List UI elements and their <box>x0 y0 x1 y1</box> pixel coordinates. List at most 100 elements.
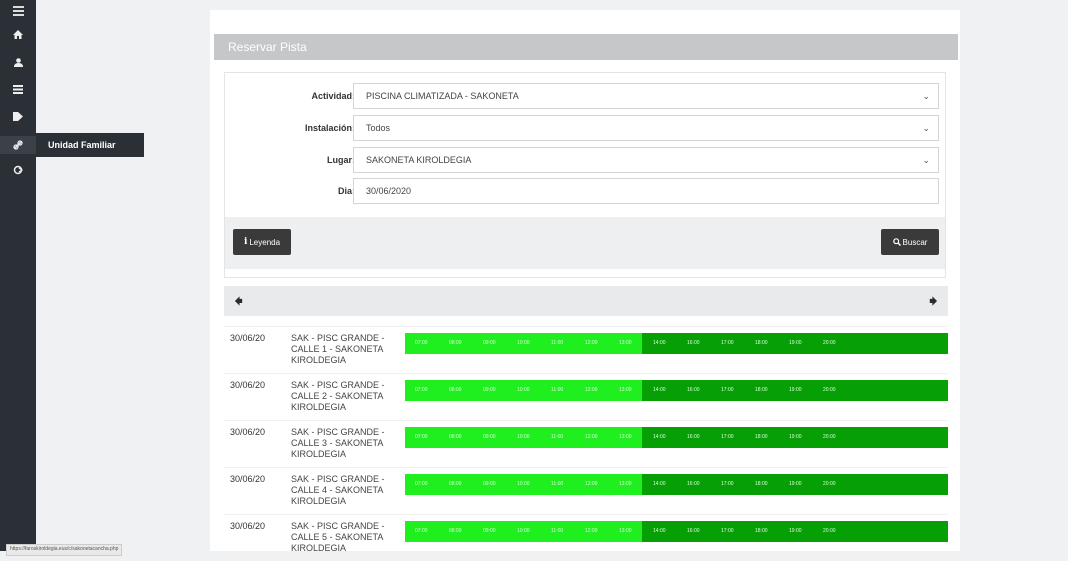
slot-time[interactable]: 19:00 <box>789 333 802 354</box>
slot-time[interactable]: 14:00 <box>653 380 666 401</box>
slot-time[interactable]: 12:00 <box>585 333 598 354</box>
instalacion-select[interactable]: Todos ⌄ <box>353 115 939 141</box>
slot-time[interactable]: 17:00 <box>721 427 734 448</box>
search-form: Actividad: PISCINA CLIMATIZADA - SAKONET… <box>224 72 946 278</box>
logout-icon[interactable] <box>0 161 36 179</box>
slot-time[interactable]: 14:00 <box>653 474 666 495</box>
slot-time[interactable]: 08:00 <box>449 521 462 542</box>
home-icon[interactable] <box>0 25 36 43</box>
slot-time[interactable]: 13:00 <box>619 474 632 495</box>
slot-time[interactable]: 20:00 <box>823 427 836 448</box>
slot-time[interactable]: 07:00 <box>415 474 428 495</box>
arrow-left-icon[interactable]: 🠸 <box>234 291 243 311</box>
slot-time[interactable]: 07:00 <box>415 333 428 354</box>
slot-time[interactable]: 14:00 <box>653 333 666 354</box>
slot-time[interactable]: 17:00 <box>721 333 734 354</box>
slot-time[interactable]: 13:00 <box>619 333 632 354</box>
time-slots[interactable]: 07:00 08:00 09:00 10:00 11:00 12:00 13:00 14:00… <box>405 427 948 448</box>
slot-time[interactable]: 16:00 <box>687 474 700 495</box>
slot-time[interactable]: 19:00 <box>789 427 802 448</box>
slot-time[interactable]: 08:00 <box>449 427 462 448</box>
arrow-right-icon[interactable]: 🠺 <box>929 291 938 311</box>
row-court: SAK - PISC GRANDE - CALLE 1 - SAKONETA K… <box>291 333 385 365</box>
slot-time[interactable]: 12:00 <box>585 474 598 495</box>
slot-time[interactable]: 18:00 <box>755 427 768 448</box>
slot-time[interactable]: 13:00 <box>619 521 632 542</box>
slot-time[interactable]: 18:00 <box>755 474 768 495</box>
slot-time[interactable]: 09:00 <box>483 333 496 354</box>
slot-time[interactable]: 09:00 <box>483 474 496 495</box>
slot-time[interactable]: 08:00 <box>449 333 462 354</box>
button-bar: i Leyenda Buscar <box>225 217 945 269</box>
slot-time[interactable]: 18:00 <box>755 380 768 401</box>
slot-time[interactable]: 12:00 <box>585 380 598 401</box>
slot-time[interactable]: 10:00 <box>517 380 530 401</box>
slot-time[interactable]: 20:00 <box>823 380 836 401</box>
slot-time[interactable]: 09:00 <box>483 427 496 448</box>
slot-time[interactable]: 19:00 <box>789 474 802 495</box>
slot-time[interactable]: 16:00 <box>687 427 700 448</box>
tags-icon[interactable] <box>0 107 36 125</box>
time-slots[interactable]: 07:00 08:00 09:00 10:00 11:00 12:00 13:00 14:00… <box>405 474 948 495</box>
slot-time[interactable]: 13:00 <box>619 380 632 401</box>
slot-time[interactable]: 10:00 <box>517 427 530 448</box>
instalacion-label: Instalación: <box>304 123 355 133</box>
slot-time[interactable]: 10:00 <box>517 521 530 542</box>
lugar-select[interactable]: SAKONETA KIROLDEGIA ⌄ <box>353 147 939 173</box>
slot-time[interactable]: 11:00 <box>551 521 563 542</box>
slot-time[interactable]: 13:00 <box>619 427 632 448</box>
slot-time[interactable]: 17:00 <box>721 474 734 495</box>
slot-time[interactable]: 07:00 <box>415 380 428 401</box>
menu-icon[interactable] <box>0 2 36 20</box>
slot-time[interactable]: 10:00 <box>517 333 530 354</box>
table-row: 30/06/20 SAK - PISC GRANDE - CALLE 5 - SA… <box>224 514 948 561</box>
slot-time[interactable]: 16:00 <box>687 380 700 401</box>
slot-time[interactable]: 12:00 <box>585 521 598 542</box>
slot-time[interactable]: 16:00 <box>687 333 700 354</box>
slot-time[interactable]: 17:00 <box>721 380 734 401</box>
lugar-label: Lugar: <box>327 155 355 165</box>
actividad-select[interactable]: PISCINA CLIMATIZADA - SAKONETA ⌄ <box>353 83 939 109</box>
main-card: Reservar Pista Actividad: PISCINA CLIMAT… <box>210 10 960 553</box>
leyenda-button[interactable]: i Leyenda <box>233 229 291 255</box>
slot-time[interactable]: 16:00 <box>687 521 700 542</box>
table-row: 30/06/20 SAK - PISC GRANDE - CALLE 4 - SA… <box>224 467 948 514</box>
slot-time[interactable]: 18:00 <box>755 521 768 542</box>
slot-time[interactable]: 11:00 <box>551 333 563 354</box>
slot-time[interactable]: 09:00 <box>483 521 496 542</box>
actividad-value: PISCINA CLIMATIZADA - SAKONETA <box>366 91 519 101</box>
slot-time[interactable]: 14:00 <box>653 521 666 542</box>
actividad-label: Actividad: <box>311 91 355 101</box>
slot-time[interactable]: 11:00 <box>551 427 563 448</box>
list-icon[interactable] <box>0 80 36 98</box>
slot-time[interactable]: 18:00 <box>755 333 768 354</box>
slot-time[interactable]: 08:00 <box>449 380 462 401</box>
instalacion-value: Todos <box>366 123 391 133</box>
slot-time[interactable]: 07:00 <box>415 427 428 448</box>
slot-time[interactable]: 20:00 <box>823 521 836 542</box>
time-slots[interactable]: 07:00 08:00 09:00 10:00 11:00 12:00 13:00 14:00… <box>405 333 948 354</box>
dia-row: Dia: 30/06/2020 <box>225 178 945 204</box>
time-slots[interactable]: 07:00 08:00 09:00 10:00 11:00 12:00 13:00 14:00… <box>405 380 948 401</box>
slot-time[interactable]: 08:00 <box>449 474 462 495</box>
slot-time[interactable]: 20:00 <box>823 333 836 354</box>
slot-time[interactable]: 11:00 <box>551 380 563 401</box>
slot-time[interactable]: 19:00 <box>789 521 802 542</box>
row-court: SAK - PISC GRANDE - CALLE 2 - SAKONETA K… <box>291 380 385 412</box>
slot-time[interactable]: 17:00 <box>721 521 734 542</box>
link-icon[interactable] <box>0 136 36 154</box>
slot-time[interactable]: 12:00 <box>585 427 598 448</box>
table-row: 30/06/20 SAK - PISC GRANDE - CALLE 1 - SA… <box>224 326 948 373</box>
slot-time[interactable]: 09:00 <box>483 380 496 401</box>
slot-time[interactable]: 07:00 <box>415 521 428 542</box>
slot-time[interactable]: 10:00 <box>517 474 530 495</box>
dia-input[interactable]: 30/06/2020 <box>353 178 939 204</box>
table-row: 30/06/20 SAK - PISC GRANDE - CALLE 2 - SA… <box>224 373 948 420</box>
slot-time[interactable]: 19:00 <box>789 380 802 401</box>
slot-time[interactable]: 20:00 <box>823 474 836 495</box>
slot-time[interactable]: 14:00 <box>653 427 666 448</box>
time-slots[interactable]: 07:00 08:00 09:00 10:00 11:00 12:00 13:00 14:00… <box>405 521 948 542</box>
user-icon[interactable] <box>0 53 36 71</box>
buscar-button[interactable]: Buscar <box>881 229 939 255</box>
slot-time[interactable]: 11:00 <box>551 474 563 495</box>
